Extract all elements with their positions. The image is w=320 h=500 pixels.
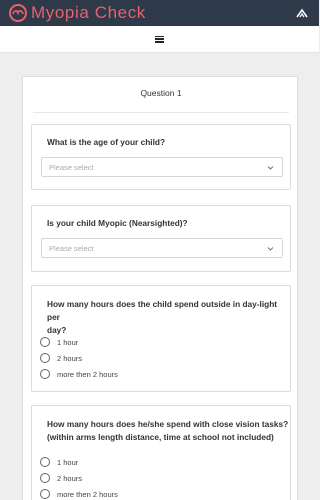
app-title: Myopia Check [31, 3, 146, 22]
radio-label: more then 2 hours [57, 489, 118, 499]
glasses-logo-icon [9, 4, 27, 22]
question-label-age: What is the age of your child? [47, 137, 166, 147]
question-label-outdoor-hours: How many hours does the child spend outs… [47, 298, 290, 337]
select-placeholder: Please select [49, 162, 94, 172]
question-label-line: How many hours does he/she spend with cl… [47, 419, 289, 429]
radio-button[interactable] [40, 353, 50, 363]
question-panel: Question 1 What is the age of your child… [22, 76, 298, 500]
radio-option-more-2-hours[interactable]: more then 2 hours [40, 369, 118, 379]
question-label-close-vision: How many hours does he/she spend with cl… [47, 418, 288, 444]
radio-option-more-2-hours[interactable]: more then 2 hours [40, 489, 118, 499]
divider [33, 112, 289, 113]
radio-button[interactable] [40, 369, 50, 379]
question-card-myopic: Is your child Myopic (Nearsighted)? Plea… [31, 205, 291, 272]
question-card-age: What is the age of your child? Please se… [31, 124, 291, 190]
radio-option-1-hour[interactable]: 1 hour [40, 457, 78, 467]
radio-button[interactable] [40, 337, 50, 347]
question-label-line: day? [47, 325, 67, 335]
radio-label: more then 2 hours [57, 369, 118, 379]
question-label-myopic: Is your child Myopic (Nearsighted)? [47, 218, 188, 228]
radio-option-1-hour[interactable]: 1 hour [40, 337, 78, 347]
radio-label: 2 hours [57, 473, 83, 483]
radio-label: 2 hours [57, 353, 83, 363]
app-logo[interactable]: Myopia Check [8, 3, 146, 23]
question-heading: Question 1 [140, 88, 182, 98]
nav-bar [0, 26, 319, 53]
question-label-line: How many hours does the child spend outs… [47, 299, 278, 322]
radio-label: 1 hour [57, 457, 79, 467]
top-bar: Myopia Check [0, 0, 319, 26]
chevron-down-icon [267, 166, 274, 170]
question-card-outdoor-hours: How many hours does the child spend outs… [31, 285, 291, 392]
select-placeholder: Please select [49, 243, 94, 253]
question-label-line: (within arms length distance, time at sc… [47, 432, 274, 442]
question-card-close-vision: How many hours does he/she spend with cl… [31, 405, 291, 500]
radio-option-2-hours[interactable]: 2 hours [40, 473, 82, 483]
chevron-down-icon [267, 247, 274, 251]
radio-label: 1 hour [57, 337, 79, 347]
myopic-select[interactable]: Please select [41, 238, 283, 258]
radio-button[interactable] [40, 489, 50, 499]
chevron-up-icon[interactable] [295, 6, 309, 20]
hamburger-menu-icon[interactable] [155, 35, 164, 43]
radio-button[interactable] [40, 473, 50, 483]
radio-button[interactable] [40, 457, 50, 467]
age-select[interactable]: Please select [41, 157, 283, 177]
radio-option-2-hours[interactable]: 2 hours [40, 353, 82, 363]
